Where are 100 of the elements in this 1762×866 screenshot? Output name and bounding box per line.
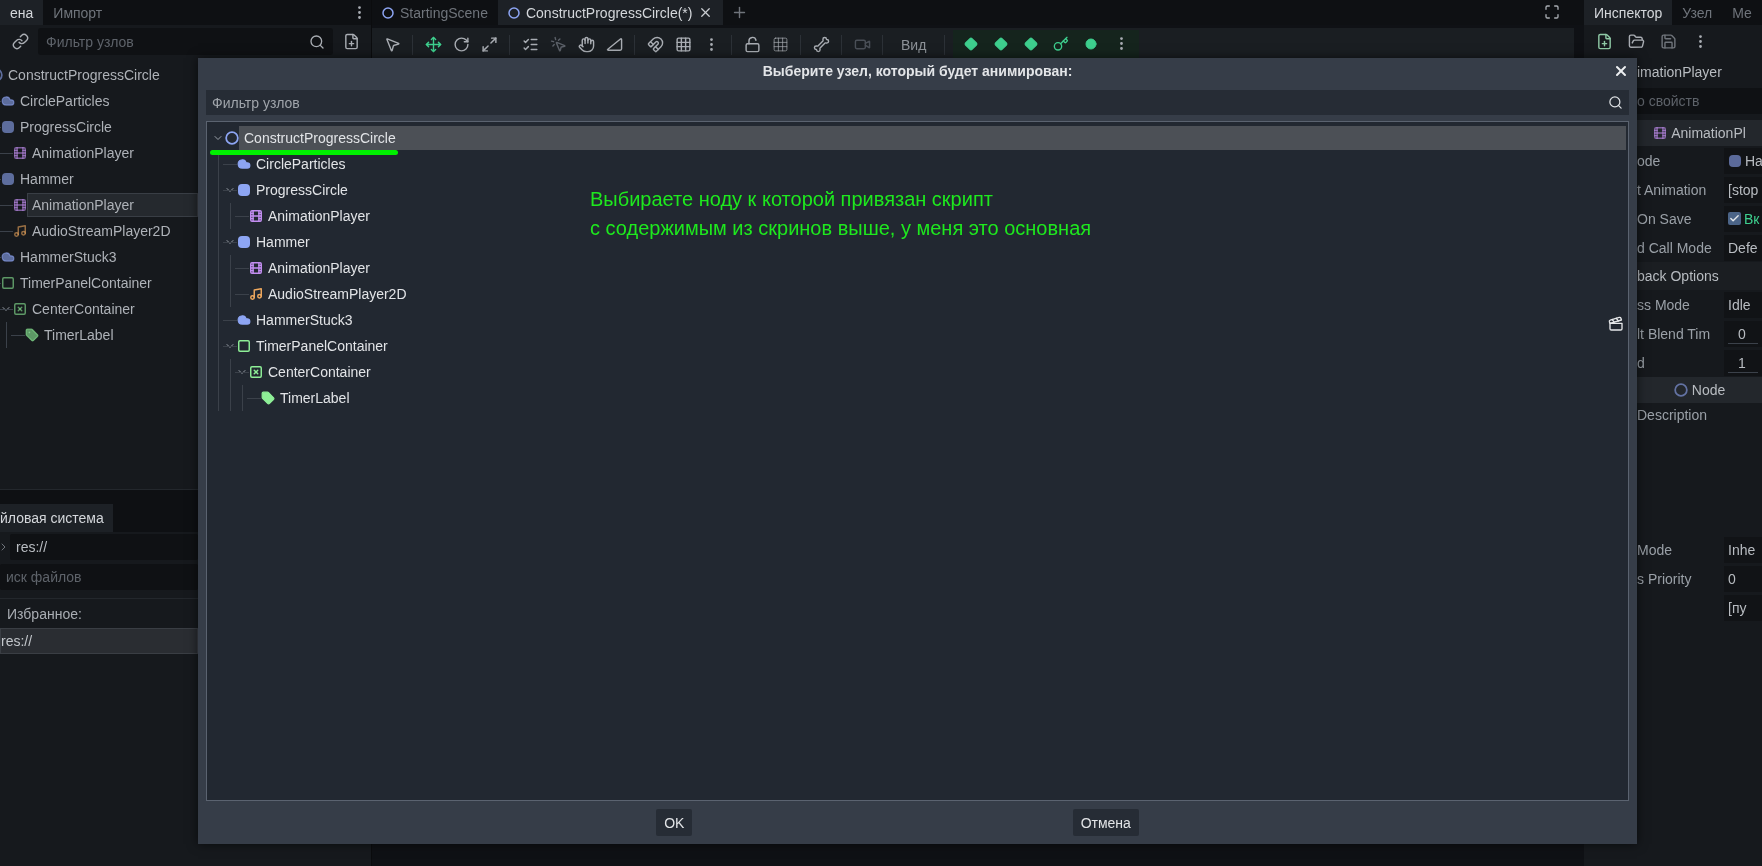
tree-item[interactable]: TimerPanelContainer [251,334,389,358]
circle-icon [382,6,394,19]
property-value: Вк [1744,210,1760,227]
tree-item[interactable]: CenterContainer [263,360,372,384]
tree-item[interactable]: ConstructProgressCircle [3,63,161,87]
tree-item[interactable]: AudioStreamPlayer2D [263,282,408,306]
folder-icon[interactable] [1627,33,1645,50]
dock-tab[interactable]: ена [0,0,44,25]
view-menu[interactable]: Вид [891,36,937,53]
checkbox[interactable] [1728,212,1741,225]
dock-tab[interactable]: Импорт [43,0,113,25]
tree-item[interactable]: TimerPanelContainer [15,271,153,295]
tree-item[interactable]: TimerLabel [275,386,351,410]
grid-icon[interactable] [674,36,692,53]
scene-tab[interactable]: ConstructProgressCircle(*) [497,0,724,25]
rotate-icon[interactable] [452,36,470,53]
tree-item[interactable]: Hammer [15,167,75,191]
file-plus-icon[interactable] [342,33,360,50]
ruler-icon[interactable] [605,36,623,53]
cloud-icon [237,313,251,327]
cloud-icon [237,157,251,171]
object-name: imationPlayer [1637,63,1723,82]
rounded-square-icon [1,172,15,186]
film-icon [13,198,27,212]
cancel-button[interactable]: Отмена [1072,809,1139,836]
tree-item[interactable]: AnimationPlayer [27,193,198,217]
file-plus-icon[interactable] [1595,33,1613,50]
unlock-icon[interactable] [743,36,761,53]
annotation-text: с содержимым из скринов выше, у меня это основная [590,217,1092,240]
property-value[interactable]: Inhe [1724,536,1762,563]
tree-item[interactable]: ProgressCircle [15,115,113,139]
tree-item[interactable]: TimerLabel [39,323,115,347]
favorite-item[interactable]: res:// [0,628,198,654]
dock-tab[interactable]: Инспектор [1584,0,1673,25]
property-group[interactable]: back Options [1637,262,1762,290]
grid-icon[interactable] [771,36,789,53]
property-label: t Animation [1637,181,1708,198]
link-icon[interactable] [11,33,29,50]
magnet-icon[interactable] [646,36,664,53]
diamond-icon[interactable] [994,36,1009,51]
dock-tab[interactable]: Узел [1672,0,1723,25]
tree-item[interactable]: ConstructProgressCircle [239,126,1626,150]
tree-item[interactable]: AnimationPlayer [263,256,371,280]
filter-field[interactable]: Фильтр узлов [206,90,1629,115]
tree-item[interactable]: AnimationPlayer [27,141,135,165]
tree-item[interactable]: AudioStreamPlayer2D [27,219,172,243]
property-label: lt Blend Tim [1637,325,1712,342]
section-title[interactable]: Node [1691,382,1726,398]
number-field[interactable]: 0 [1724,320,1762,347]
path-field[interactable]: res:// [10,534,198,560]
scene-tab[interactable]: StartingScene [372,0,498,25]
ok-button[interactable]: OK [656,809,693,836]
square-icon [1,276,15,290]
list-icon[interactable] [521,36,539,53]
property-label: d [1637,354,1646,371]
diamond-icon[interactable] [1024,36,1039,51]
rounded-square-icon [1,120,15,134]
rounded-square-icon [237,183,251,197]
boxed-cross-icon [13,302,27,316]
rounded-square-icon [1728,153,1742,168]
diamond-icon[interactable] [964,36,979,51]
record-icon[interactable] [1085,37,1098,50]
clapperboard-icon[interactable] [1608,316,1624,332]
tree-item[interactable]: CircleParticles [15,89,111,113]
save-icon[interactable] [1659,33,1677,50]
boxed-cross-icon [249,365,263,379]
tree-item[interactable]: HammerStuck3 [251,308,354,332]
hand-icon[interactable] [577,36,595,53]
property-label: On Save [1637,210,1693,227]
tree-item[interactable]: CircleParticles [251,152,347,176]
property-value[interactable]: Defe [1724,234,1762,261]
key-icon[interactable] [1053,35,1070,52]
pointer-click-icon[interactable] [549,36,567,53]
property-value[interactable]: [пу [1724,594,1762,621]
cloud-icon [1,250,15,264]
fullscreen-icon[interactable] [1544,4,1560,20]
cloud-icon [1,94,15,108]
tree-item[interactable]: ProgressCircle [251,178,349,202]
property-value[interactable]: [stop [1724,176,1762,203]
tree-item[interactable]: AnimationPlayer [263,204,371,228]
square-icon [237,339,251,353]
scale-icon[interactable] [480,36,498,53]
music-note-icon [13,224,27,238]
bone-icon[interactable] [812,36,830,53]
close-icon[interactable] [1613,63,1629,79]
move-icon[interactable] [424,36,442,53]
tree-item[interactable]: Hammer [251,230,311,254]
dock-tab[interactable]: Ме [1722,0,1762,25]
search-icon [1608,95,1623,110]
film-icon [249,209,263,223]
tree-item[interactable]: CenterContainer [27,297,136,321]
property-value[interactable]: Idle [1724,291,1762,318]
music-note-icon [249,287,263,301]
tree-item[interactable]: HammerStuck3 [15,245,118,269]
cursor-icon[interactable] [383,36,401,53]
property-value[interactable]: 0 [1724,565,1762,592]
tag-icon [261,391,275,405]
dock-tab[interactable]: йловая система [0,504,113,532]
property-label: Description [1637,407,1708,423]
number-field[interactable]: 1 [1724,349,1762,376]
